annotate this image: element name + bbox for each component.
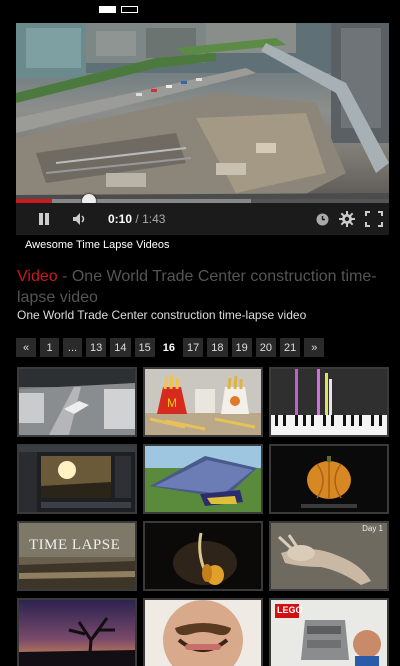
time-display: 0:10 / 1:43 xyxy=(108,212,165,226)
page-18-button[interactable]: 18 xyxy=(207,338,228,357)
volume-icon xyxy=(73,213,85,225)
page-20-button[interactable]: 20 xyxy=(255,338,276,357)
page-19-button[interactable]: 19 xyxy=(231,338,252,357)
piano-keyboard-image xyxy=(271,369,387,435)
thumb-fast-food-fries[interactable]: M xyxy=(143,367,263,437)
related-videos-grid: M TIME LAPSE Day 1 LEGO xyxy=(17,367,389,666)
title-dash: - xyxy=(57,268,72,285)
page-ellipsis: ... xyxy=(63,338,82,357)
thumb-sprouting-seed[interactable] xyxy=(143,521,263,591)
player-controls: 0:10 / 1:43 xyxy=(16,203,389,235)
video-category: Video xyxy=(17,268,58,285)
airport-runway-image xyxy=(19,369,135,435)
volume-button[interactable] xyxy=(68,203,92,235)
pause-button[interactable] xyxy=(26,203,62,235)
fast-food-fries-image: M xyxy=(145,369,261,435)
current-time: 0:10 xyxy=(108,212,133,226)
thumb-caption-day: Day 1 xyxy=(362,524,383,533)
page-21-button[interactable]: 21 xyxy=(280,338,301,357)
pumpkin-image xyxy=(271,446,387,512)
fullscreen-button[interactable] xyxy=(365,211,383,227)
time-separator: / xyxy=(135,212,139,226)
clock-icon xyxy=(316,213,329,225)
sunset-editor-image xyxy=(19,446,135,512)
thumb-rabbit-decay[interactable]: Day 1 xyxy=(269,521,389,591)
thumb-piano-synthesia[interactable] xyxy=(269,367,389,437)
thumb-wave-animation[interactable] xyxy=(143,444,263,514)
sprouting-seed-image xyxy=(145,523,261,589)
duration: 1:43 xyxy=(142,212,166,226)
video-frame[interactable] xyxy=(16,23,389,199)
page-14-button[interactable]: 14 xyxy=(110,338,131,357)
wave-animation-image xyxy=(145,446,261,512)
page-next-button[interactable]: » xyxy=(304,338,325,357)
channel-name[interactable]: Awesome Time Lapse Videos xyxy=(25,239,170,251)
page-prev-button[interactable]: « xyxy=(16,338,36,357)
thumb-night-tree[interactable] xyxy=(17,598,137,666)
video-title-text: One World Trade Center construction time… xyxy=(17,268,377,306)
svg-text:M: M xyxy=(167,396,177,410)
night-tree-image xyxy=(19,600,135,666)
video-subtitle: One World Trade Center construction time… xyxy=(17,308,307,322)
view-toggle[interactable] xyxy=(99,6,138,13)
pagination: « 1 ... 13 14 15 16 17 18 19 20 21 » xyxy=(16,338,325,357)
construction-site-image xyxy=(16,23,389,199)
video-title: Video - One World Trade Center construct… xyxy=(17,266,387,308)
page-15-button[interactable]: 15 xyxy=(134,338,155,357)
time-lapse-landscape-image xyxy=(19,523,135,589)
thumb-mustache-man[interactable] xyxy=(143,598,263,666)
page-1-button[interactable]: 1 xyxy=(40,338,59,357)
view-toggle-option-1[interactable] xyxy=(99,6,116,13)
thumb-caption-lego: LEGO xyxy=(277,605,303,615)
video-player[interactable]: 0:10 / 1:43 xyxy=(16,23,389,235)
page-17-button[interactable]: 17 xyxy=(183,338,204,357)
thumb-sunset-editor[interactable] xyxy=(17,444,137,514)
page-13-button[interactable]: 13 xyxy=(86,338,107,357)
view-toggle-option-2[interactable] xyxy=(121,6,138,13)
thumb-airport-runway[interactable] xyxy=(17,367,137,437)
thumb-time-lapse-title[interactable]: TIME LAPSE xyxy=(17,521,137,591)
fullscreen-icon xyxy=(365,211,383,227)
thumb-caption-time-lapse: TIME LAPSE xyxy=(29,537,121,553)
mustache-face-image xyxy=(145,600,261,666)
watch-later-button[interactable] xyxy=(316,213,329,226)
thumb-pumpkin-rot[interactable] xyxy=(269,444,389,514)
thumb-lego-death-star[interactable]: LEGO xyxy=(269,598,389,666)
settings-button[interactable] xyxy=(339,211,355,227)
pause-icon xyxy=(39,213,49,225)
gear-icon xyxy=(339,211,355,227)
page-16-current: 16 xyxy=(158,338,179,357)
